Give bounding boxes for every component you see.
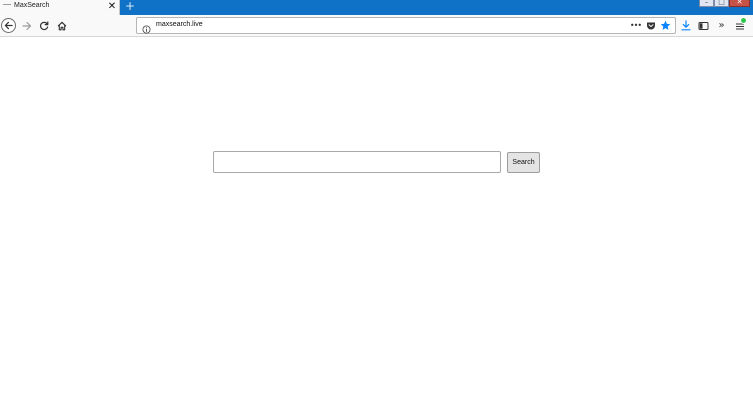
search-button[interactable]: Search — [507, 152, 540, 173]
download-button[interactable] — [680, 18, 691, 33]
tab-strip: MaxSearch ✕ + – □ ✕ — [0, 0, 753, 15]
back-arrow-icon — [4, 21, 13, 30]
page-actions-menu-button[interactable]: ••• — [630, 20, 642, 31]
overflow-menu-button[interactable]: » — [716, 18, 727, 33]
window-close-icon: ✕ — [736, 0, 743, 6]
tab-maxsearch[interactable]: MaxSearch ✕ — [0, 0, 120, 15]
page-actions: ••• — [630, 20, 671, 31]
reload-button[interactable] — [36, 18, 52, 34]
tab-favicon — [3, 4, 11, 11]
minimize-icon: – — [704, 0, 709, 6]
minimize-button[interactable]: – — [699, 0, 714, 7]
new-tab-button[interactable]: + — [124, 0, 136, 13]
maximize-icon: □ — [718, 0, 725, 6]
update-badge — [740, 17, 747, 24]
close-icon[interactable]: ✕ — [106, 1, 118, 13]
menu-button[interactable] — [734, 17, 747, 33]
search-input[interactable] — [213, 151, 501, 173]
sidebar-icon — [698, 21, 709, 30]
info-icon[interactable] — [142, 21, 151, 39]
reload-icon — [39, 21, 49, 31]
navigation-toolbar: maxsearch.live ••• » — [0, 15, 753, 37]
download-icon — [680, 20, 691, 31]
window-close-button[interactable]: ✕ — [729, 0, 750, 7]
toolbar-right: » — [680, 17, 747, 33]
sidebar-button[interactable] — [698, 18, 709, 33]
window-controls: – □ ✕ — [699, 0, 750, 8]
home-icon — [57, 21, 67, 31]
pocket-icon[interactable] — [645, 20, 656, 31]
home-button[interactable] — [54, 18, 70, 34]
forward-button[interactable] — [19, 18, 35, 34]
maximize-button[interactable]: □ — [714, 0, 729, 7]
tab-title: MaxSearch — [14, 2, 50, 9]
forward-arrow-icon — [22, 21, 32, 31]
url-text[interactable]: maxsearch.live — [156, 21, 203, 28]
url-bar[interactable]: maxsearch.live ••• — [136, 17, 676, 34]
star-icon[interactable] — [660, 20, 671, 31]
back-button[interactable] — [1, 18, 16, 33]
